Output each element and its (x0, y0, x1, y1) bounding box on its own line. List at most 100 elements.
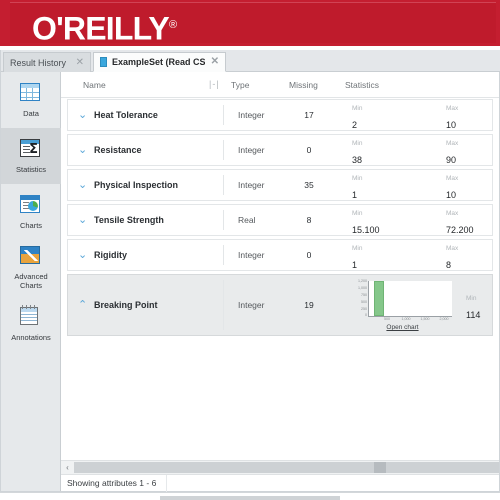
oreilly-logo-text: O'REILLY (32, 10, 170, 47)
stat-min-value: 38 (352, 155, 363, 165)
stat-max-value: 90 (446, 155, 457, 165)
chevron-down-icon[interactable]: ⌄ (78, 215, 88, 226)
attribute-type: Integer (238, 300, 265, 310)
attribute-rows: ⌄ Heat Tolerance Integer 17 Min 2 Max 10 (61, 99, 499, 457)
sidebar-item-data-label: Data (23, 108, 39, 118)
close-icon[interactable]: ✕ (205, 57, 219, 67)
sidebar-item-annotations[interactable]: Annotations (1, 296, 61, 352)
sidebar-item-data[interactable]: Data (1, 72, 61, 128)
table-row[interactable]: ⌄ Rigidity Integer 0 Min 1 Max 8 (67, 239, 493, 271)
stat-max-value: 10 (446, 120, 457, 130)
scrollbar-track[interactable] (74, 462, 499, 473)
window-footer (0, 492, 500, 500)
app-root: O'REILLY® Result History ✕ ExampleSet (R… (0, 0, 500, 500)
close-icon[interactable]: ✕ (70, 57, 84, 68)
divider (223, 105, 224, 125)
sigma-statistics-icon: Σ (20, 138, 42, 161)
stat-max-label: Max (446, 210, 459, 217)
annotations-icon (20, 304, 42, 329)
stat-min-value: 1 (352, 190, 358, 200)
stat-max-label: Max (446, 175, 459, 182)
advanced-chart-icon (20, 246, 42, 268)
sort-filter-icon[interactable]: |-| (209, 79, 220, 89)
sidebar-item-charts-label: Charts (19, 220, 43, 230)
open-chart-link[interactable]: Open chart (350, 324, 455, 331)
status-bar: Showing attributes 1 - 6 (61, 474, 499, 492)
table-header: Name |-| Type Missing Statistics (61, 72, 499, 98)
histogram-mini-chart[interactable]: 1,200 1,000 750 500 250 0 500 1,000 1,50… (350, 279, 455, 332)
stat-min: Min 15.100 (352, 202, 380, 238)
column-header-missing[interactable]: Missing (289, 80, 318, 90)
stat-max-value: 8 (446, 260, 452, 270)
banner-inner: O'REILLY® (10, 2, 496, 46)
table-row[interactable]: ⌄ Physical Inspection Integer 35 Min 1 M… (67, 169, 493, 201)
tab-exampleset[interactable]: ExampleSet (Read CSV) ✕ (93, 52, 226, 72)
y-tick-label: 0 (365, 313, 367, 317)
x-tick-label: 1,000 (401, 317, 411, 321)
attribute-missing: 0 (306, 250, 312, 260)
table-icon (20, 82, 42, 105)
table-row[interactable]: ⌄ Heat Tolerance Integer 17 Min 2 Max 10 (67, 99, 493, 131)
stat-max-label: Max (446, 245, 459, 252)
stat-min-label: Min (352, 105, 363, 112)
table-row-expanded[interactable]: ⌃ Breaking Point Integer 19 1,200 1,000 … (67, 274, 493, 336)
stat-min-value: 2 (352, 120, 358, 130)
attribute-missing: 19 (304, 300, 314, 310)
stat-max-value: 10 (446, 190, 457, 200)
scroll-left-arrow-icon[interactable]: ‹ (61, 461, 74, 474)
histogram-plot-area: 1,200 1,000 750 500 250 0 500 1,000 1,50… (358, 279, 452, 321)
column-header-type[interactable]: Type (231, 80, 249, 90)
table-row[interactable]: ⌄ Resistance Integer 0 Min 38 Max 90 (67, 134, 493, 166)
stat-min-label: Min (352, 140, 363, 147)
attribute-type: Real (238, 215, 256, 225)
document-icon (100, 57, 107, 67)
sidebar: Data Σ Statistics Charts AdvancedCharts (1, 72, 61, 491)
y-tick-label: 250 (361, 307, 367, 311)
divider (223, 280, 224, 330)
y-tick-label: 1,200 (358, 279, 367, 283)
chevron-down-icon[interactable]: ⌄ (78, 180, 88, 191)
stat-min-label: Min (466, 295, 477, 302)
statistics-panel: Name |-| Type Missing Statistics ⌄ Heat … (61, 72, 499, 492)
attribute-type: Integer (238, 145, 265, 155)
attribute-type: Integer (238, 250, 265, 260)
status-text: Showing attributes 1 - 6 (61, 474, 168, 492)
y-tick-label: 1,000 (358, 286, 367, 290)
stat-min-value: 1 (352, 260, 358, 270)
stat-min-value: 114 (466, 310, 481, 320)
chevron-down-icon[interactable]: ⌄ (78, 250, 88, 261)
stat-min-value: 15.100 (352, 225, 380, 235)
horizontal-scrollbar[interactable]: ‹ (61, 460, 499, 474)
scrollbar-thumb[interactable] (374, 462, 386, 473)
column-header-statistics[interactable]: Statistics (345, 80, 379, 90)
stat-max: Max 72.200 (446, 202, 474, 238)
attribute-name: Resistance (94, 145, 142, 155)
attribute-type: Integer (238, 110, 265, 120)
divider (223, 210, 224, 230)
stat-max: Max 90 (446, 132, 458, 168)
registered-mark-icon: ® (168, 19, 178, 31)
chevron-up-icon[interactable]: ⌃ (78, 300, 88, 311)
y-tick-label: 500 (361, 300, 367, 304)
sidebar-item-statistics-label: Statistics (15, 164, 46, 174)
sidebar-item-advanced-charts[interactable]: Advanced Charts (1, 240, 61, 296)
sidebar-item-charts[interactable]: Charts (1, 184, 61, 240)
stat-min: Min 1 (352, 167, 362, 203)
stat-min-label: Min (352, 245, 363, 252)
y-tick-label: 750 (361, 293, 367, 297)
sidebar-item-advanced-charts-label: Advanced Charts (14, 272, 48, 290)
chevron-down-icon[interactable]: ⌄ (78, 145, 88, 156)
divider (223, 140, 224, 160)
stat-max: Max 10 (446, 99, 458, 133)
column-header-name[interactable]: Name (83, 80, 106, 90)
attribute-name: Rigidity (94, 250, 127, 260)
oreilly-logo: O'REILLY® (32, 8, 177, 46)
attribute-name: Physical Inspection (94, 180, 179, 190)
stat-max-value: 72.200 (446, 225, 474, 235)
table-row[interactable]: ⌄ Tensile Strength Real 8 Min 15.100 Max… (67, 204, 493, 236)
tab-result-history[interactable]: Result History ✕ (3, 52, 91, 72)
sidebar-item-statistics[interactable]: Σ Statistics (1, 128, 61, 184)
x-tick-label: 2,000 (439, 317, 449, 321)
tab-strip: Result History ✕ ExampleSet (Read CSV) ✕ (1, 50, 500, 72)
chevron-down-icon[interactable]: ⌄ (78, 110, 88, 121)
